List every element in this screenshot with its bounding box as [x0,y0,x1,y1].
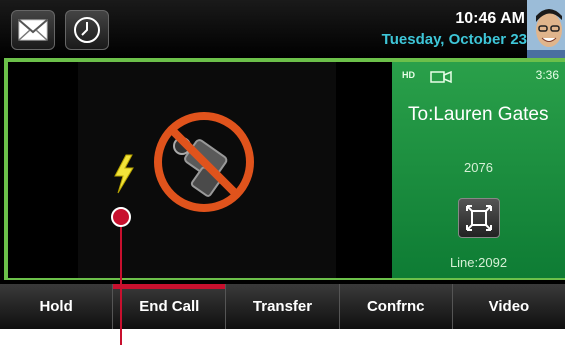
clock-time: 10:46 AM [455,10,525,27]
video-window[interactable] [8,62,392,278]
full-screen-icon [466,205,492,231]
call-duration: 3:36 [535,68,559,82]
call-info-panel: HD 3:36 To:Lauren Gates 2076 Line:2092 [392,62,565,278]
status-bar: 10:46 AM Tuesday, October 23 [0,0,565,58]
user-avatar[interactable] [527,0,565,58]
conference-button[interactable]: Confrnc [340,284,453,329]
callee-name: To:Lauren Gates [408,104,549,125]
video-button[interactable]: Video [453,284,565,329]
hd-indicator: HD [402,70,415,80]
lightning-icon [114,154,134,194]
messages-button[interactable] [11,10,55,50]
softkey-bar: Hold End Call Transfer Confrnc Video [0,284,565,329]
video-camera-icon [430,70,452,84]
end-call-button[interactable]: End Call [113,284,227,329]
camera-disabled-icon [154,112,254,212]
mail-icon [18,19,48,41]
line-number: Line:2092 [449,255,508,270]
full-screen-button[interactable] [458,198,500,238]
callout-marker [111,207,131,227]
clock-icon [74,17,100,43]
phone-screen: 10:46 AM Tuesday, October 23 HD 3:36 To:… [0,0,565,329]
clock-date: Tuesday, October 23 [381,31,527,48]
recent-calls-button[interactable] [65,10,109,50]
transfer-button[interactable]: Transfer [226,284,340,329]
callout-line [120,217,122,345]
avatar-photo-icon [527,0,565,58]
hold-button[interactable]: Hold [0,284,114,329]
callee-number: 2076 [464,160,493,175]
